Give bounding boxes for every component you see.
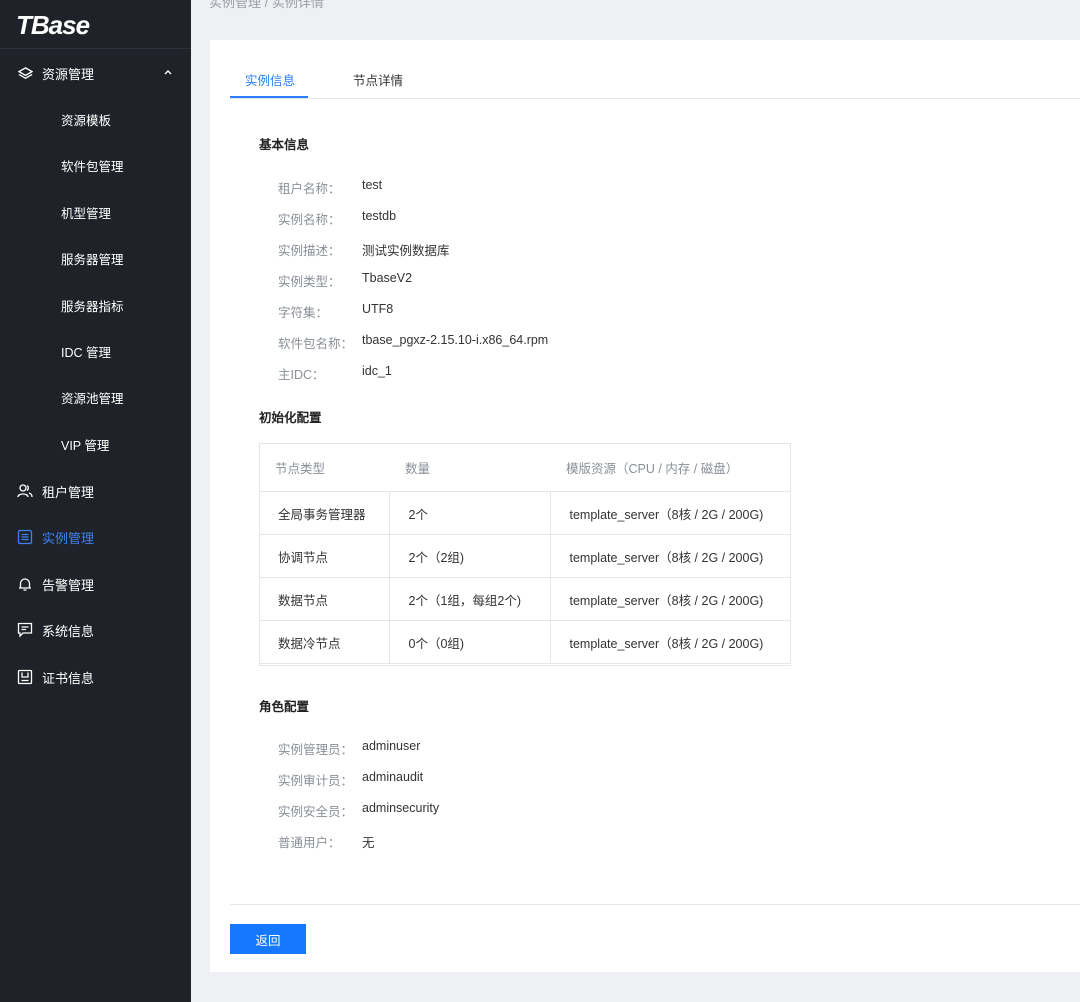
tab-instance-info[interactable]: 实例信息 xyxy=(245,70,295,89)
sidebar-group-label: 系统信息 xyxy=(42,623,95,639)
section-title-roles: 角色配置 xyxy=(259,700,310,714)
certificate-icon xyxy=(17,669,33,685)
table-row: 数据冷节点 0个（0组) template_server（8核 / 2G / 2… xyxy=(259,620,791,664)
table-cell: template_server（8核 / 2G / 200G) xyxy=(550,491,791,535)
table-cell: 2个（1组，每组2个) xyxy=(389,577,551,621)
sidebar: TBase 资源管理 资源模板 软件包管理 机型管理 服务器管理 服务器指标 I… xyxy=(0,0,191,1002)
detail-card: 实例信息 节点详情 基本信息 租户名称： test 实例名称： testdb 实例描… xyxy=(210,40,1080,972)
sidebar-group-resource[interactable]: 资源管理 xyxy=(0,50,191,96)
tbase-logo[interactable]: TBase xyxy=(16,9,106,41)
sidebar-group-system[interactable]: 系统信息 xyxy=(0,607,191,653)
info-value: 测试实例数据库 xyxy=(362,244,450,258)
table-row: 全局事务管理器 2个 template_server（8核 / 2G / 200… xyxy=(259,491,791,535)
breadcrumb: 实例管理 / 实例详情 xyxy=(209,0,324,10)
breadcrumb-strip: 实例管理 / 实例详情 xyxy=(191,0,1080,20)
back-button[interactable]: 返回 xyxy=(230,924,306,954)
info-key: 字符集： xyxy=(278,306,329,320)
table-cell: template_server（8核 / 2G / 200G) xyxy=(550,620,791,664)
table-cell: 2个（2组) xyxy=(389,534,551,578)
sidebar-item-label: IDC 管理 xyxy=(61,345,112,360)
sidebar-item-resource-pool[interactable]: 资源池管理 xyxy=(0,374,191,420)
role-value: adminsecurity xyxy=(362,801,440,815)
sidebar-item-label: 软件包管理 xyxy=(61,159,124,174)
info-value: testdb xyxy=(362,209,397,223)
sidebar-group-tenant[interactable]: 租户管理 xyxy=(0,468,191,514)
sidebar-item-vip[interactable]: VIP 管理 xyxy=(0,421,191,467)
users-icon xyxy=(17,483,33,499)
table-cell: template_server（8核 / 2G / 200G) xyxy=(550,577,791,621)
table-row: 数据节点 2个（1组，每组2个) template_server（8核 / 2G… xyxy=(259,577,791,621)
sidebar-item-label: 服务器管理 xyxy=(61,252,124,267)
sidebar-group-alert[interactable]: 告警管理 xyxy=(0,561,191,607)
node-config-table: 节点类型 数量 模版资源（CPU / 内存 / 磁盘） 全局事务管理器 2个 t… xyxy=(259,443,791,664)
table-cell: 数据节点 xyxy=(259,577,390,621)
role-value: adminaudit xyxy=(362,770,424,784)
sidebar-group-label: 资源管理 xyxy=(42,66,95,82)
sidebar-group-label: 实例管理 xyxy=(42,530,95,546)
sidebar-group-instance[interactable]: 实例管理 xyxy=(0,514,191,560)
sidebar-item-label: VIP 管理 xyxy=(61,438,110,453)
info-key: 软件包名称： xyxy=(278,337,354,351)
active-tab-indicator xyxy=(230,96,308,98)
info-key: 实例描述： xyxy=(278,244,341,258)
role-key: 普通用户： xyxy=(278,836,341,850)
table-cell: 2个 xyxy=(389,491,551,535)
info-key: 实例类型： xyxy=(278,275,341,289)
role-value: 无 xyxy=(362,836,375,850)
logo-divider xyxy=(0,48,191,49)
role-key: 实例审计员： xyxy=(278,774,354,788)
message-icon xyxy=(17,622,33,638)
column-header: 模版资源（CPU / 内存 / 磁盘） xyxy=(550,443,791,492)
table-cell: 数据冷节点 xyxy=(259,620,390,664)
section-title-basic: 基本信息 xyxy=(259,138,310,152)
sidebar-group-certificate[interactable]: 证书信息 xyxy=(0,654,191,700)
role-key: 实例安全员： xyxy=(278,805,354,819)
tab-node-details[interactable]: 节点详情 xyxy=(353,70,403,89)
list-icon xyxy=(17,529,33,545)
info-value: TbaseV2 xyxy=(362,271,413,285)
info-value: idc_1 xyxy=(362,364,392,378)
sidebar-item-machine-type[interactable]: 机型管理 xyxy=(0,189,191,235)
sidebar-group-label: 证书信息 xyxy=(42,670,95,686)
section-title-init: 初始化配置 xyxy=(259,411,322,425)
sidebar-item-resource-template[interactable]: 资源模板 xyxy=(0,96,191,142)
table-cell: 0个（0组) xyxy=(389,620,551,664)
table-cell: 全局事务管理器 xyxy=(259,491,390,535)
sidebar-item-idc[interactable]: IDC 管理 xyxy=(0,328,191,374)
info-key: 实例名称： xyxy=(278,213,341,227)
sidebar-item-server[interactable]: 服务器管理 xyxy=(0,235,191,281)
bell-icon xyxy=(17,576,33,592)
info-value: tbase_pgxz-2.15.10-i.x86_64.rpm xyxy=(362,333,549,347)
sidebar-item-label: 机型管理 xyxy=(61,206,112,221)
info-key: 租户名称： xyxy=(278,182,341,196)
chevron-up-icon[interactable] xyxy=(162,66,174,78)
sidebar-group-label: 告警管理 xyxy=(42,577,95,593)
footer-divider xyxy=(230,904,1080,905)
sidebar-item-label: 服务器指标 xyxy=(61,299,124,314)
column-header: 数量 xyxy=(389,443,550,492)
info-value: test xyxy=(362,178,383,192)
tab-bar: 实例信息 节点详情 xyxy=(230,40,1080,99)
role-key: 实例管理员： xyxy=(278,743,354,757)
table-cell: template_server（8核 / 2G / 200G) xyxy=(550,534,791,578)
sidebar-item-package[interactable]: 软件包管理 xyxy=(0,142,191,188)
sidebar-group-label: 租户管理 xyxy=(42,484,95,500)
table-header-row: 节点类型 数量 模版资源（CPU / 内存 / 磁盘） xyxy=(259,443,791,492)
table-row: 协调节点 2个（2组) template_server（8核 / 2G / 20… xyxy=(259,534,791,578)
sidebar-item-label: 资源池管理 xyxy=(61,391,124,406)
sidebar-item-server-metrics[interactable]: 服务器指标 xyxy=(0,282,191,328)
role-value: adminuser xyxy=(362,739,421,753)
info-value: UTF8 xyxy=(362,302,394,316)
sidebar-item-label: 资源模板 xyxy=(61,113,112,128)
column-header: 节点类型 xyxy=(259,443,389,492)
info-key: 主IDC： xyxy=(278,368,325,382)
table-cell: 协调节点 xyxy=(259,534,390,578)
layers-icon xyxy=(17,65,33,81)
